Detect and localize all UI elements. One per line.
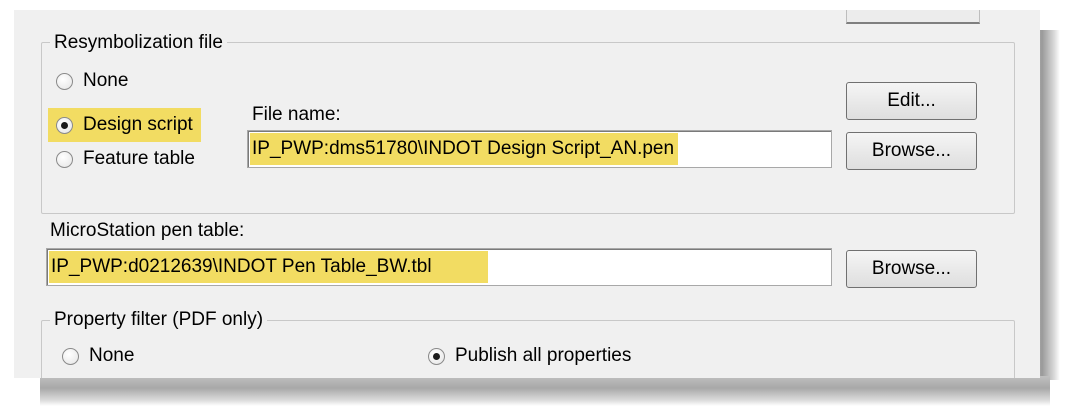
edit-button[interactable]: Edit... bbox=[846, 82, 977, 120]
resymbolization-legend: Resymbolization file bbox=[50, 32, 227, 54]
print-settings-dialog: Resymbolization file None Design script … bbox=[14, 10, 1040, 378]
file-name-input[interactable]: IP_PWP:dms51780\INDOT Design Script_AN.p… bbox=[247, 130, 832, 168]
pen-table-browse-button[interactable]: Browse... bbox=[846, 250, 977, 288]
radio-button[interactable] bbox=[56, 72, 73, 90]
radio-label-publish-all: Publish all properties bbox=[455, 345, 632, 366]
radio-button[interactable] bbox=[56, 116, 73, 134]
radio-label-none: None bbox=[83, 70, 129, 91]
partial-top-button[interactable] bbox=[846, 10, 980, 24]
radio-publish-all[interactable]: Publish all properties bbox=[428, 345, 631, 367]
pen-table-label: MicroStation pen table: bbox=[50, 220, 245, 241]
window-shadow-bottom bbox=[40, 376, 1050, 406]
radio-button[interactable] bbox=[428, 347, 445, 365]
radio-resym-feature-table[interactable]: Feature table bbox=[56, 148, 195, 170]
file-name-label: File name: bbox=[252, 104, 341, 125]
pen-table-input[interactable]: IP_PWP:d0212639\INDOT Pen Table_BW.tbl bbox=[46, 248, 832, 286]
radio-resym-none[interactable]: None bbox=[56, 70, 128, 92]
radio-button[interactable] bbox=[56, 150, 73, 168]
property-filter-legend: Property filter (PDF only) bbox=[50, 309, 268, 331]
radio-label-filter-none: None bbox=[89, 345, 135, 366]
radio-label-design-script: Design script bbox=[83, 114, 193, 135]
radio-label-feature-table: Feature table bbox=[83, 148, 195, 169]
radio-resym-design-script[interactable]: Design script bbox=[48, 108, 201, 142]
radio-button[interactable] bbox=[62, 347, 79, 365]
pen-table-value: IP_PWP:d0212639\INDOT Pen Table_BW.tbl bbox=[49, 251, 488, 283]
resym-browse-button[interactable]: Browse... bbox=[846, 132, 977, 170]
radio-filter-none[interactable]: None bbox=[62, 345, 134, 367]
file-name-value: IP_PWP:dms51780\INDOT Design Script_AN.p… bbox=[250, 133, 679, 165]
